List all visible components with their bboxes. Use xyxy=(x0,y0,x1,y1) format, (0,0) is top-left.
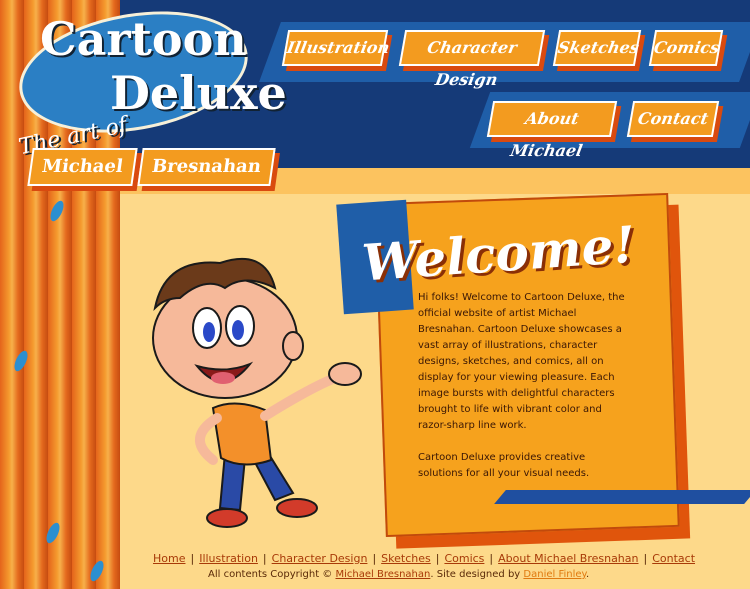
footer-link-comics[interactable]: Comics xyxy=(444,552,484,565)
footer-separator: | xyxy=(489,552,494,565)
copyright-owner-link[interactable]: Michael Bresnahan xyxy=(335,569,430,580)
designer-link[interactable]: Daniel Finley xyxy=(523,569,586,580)
nav-illustration[interactable]: Illustration xyxy=(281,30,391,66)
footer-link-sketches[interactable]: Sketches xyxy=(381,552,431,565)
logo-line2[interactable]: Deluxe xyxy=(110,66,287,120)
footer-link-contact[interactable]: Contact xyxy=(652,552,695,565)
footer-link-about[interactable]: About Michael Bresnahan xyxy=(498,552,638,565)
footer-separator: | xyxy=(372,552,377,565)
nav-sketches[interactable]: Sketches xyxy=(552,30,642,66)
nav-about-michael[interactable]: About Michael xyxy=(486,101,618,160)
designed-prefix: . Site designed by xyxy=(430,569,521,580)
cartoon-boy-illustration xyxy=(152,258,362,528)
welcome-paragraph-2: Cartoon Deluxe provides creative solutio… xyxy=(418,452,590,479)
footer-nav: Home | Illustration | Character Design | Sketc… xyxy=(153,552,695,565)
welcome-paragraph-1: Hi folks! Welcome to Cartoon Deluxe, the… xyxy=(418,292,625,431)
copyright-prefix: All contents Copyright © xyxy=(208,569,333,580)
logo-line1[interactable]: Cartoon xyxy=(40,12,247,66)
nav-comics[interactable]: Comics xyxy=(648,30,724,66)
footer-separator: | xyxy=(262,552,267,565)
logo-first-name: Michael xyxy=(27,148,138,186)
footer-link-home[interactable]: Home xyxy=(153,552,185,565)
footer-separator: | xyxy=(643,552,648,565)
decorative-stripe xyxy=(494,490,750,504)
footer-link-character-design[interactable]: Character Design xyxy=(272,552,368,565)
logo-last-name: Bresnahan xyxy=(137,148,276,186)
nav-character-design[interactable]: Character Design xyxy=(398,30,546,89)
footer-link-illustration[interactable]: Illustration xyxy=(199,552,258,565)
footer-copyright: All contents Copyright © Michael Bresnah… xyxy=(208,569,589,580)
nav-contact[interactable]: Contact xyxy=(626,101,720,137)
footer-separator: | xyxy=(435,552,440,565)
copyright-end: . xyxy=(586,569,590,580)
footer-separator: | xyxy=(190,552,195,565)
welcome-body: Hi folks! Welcome to Cartoon Deluxe, the… xyxy=(418,290,628,498)
